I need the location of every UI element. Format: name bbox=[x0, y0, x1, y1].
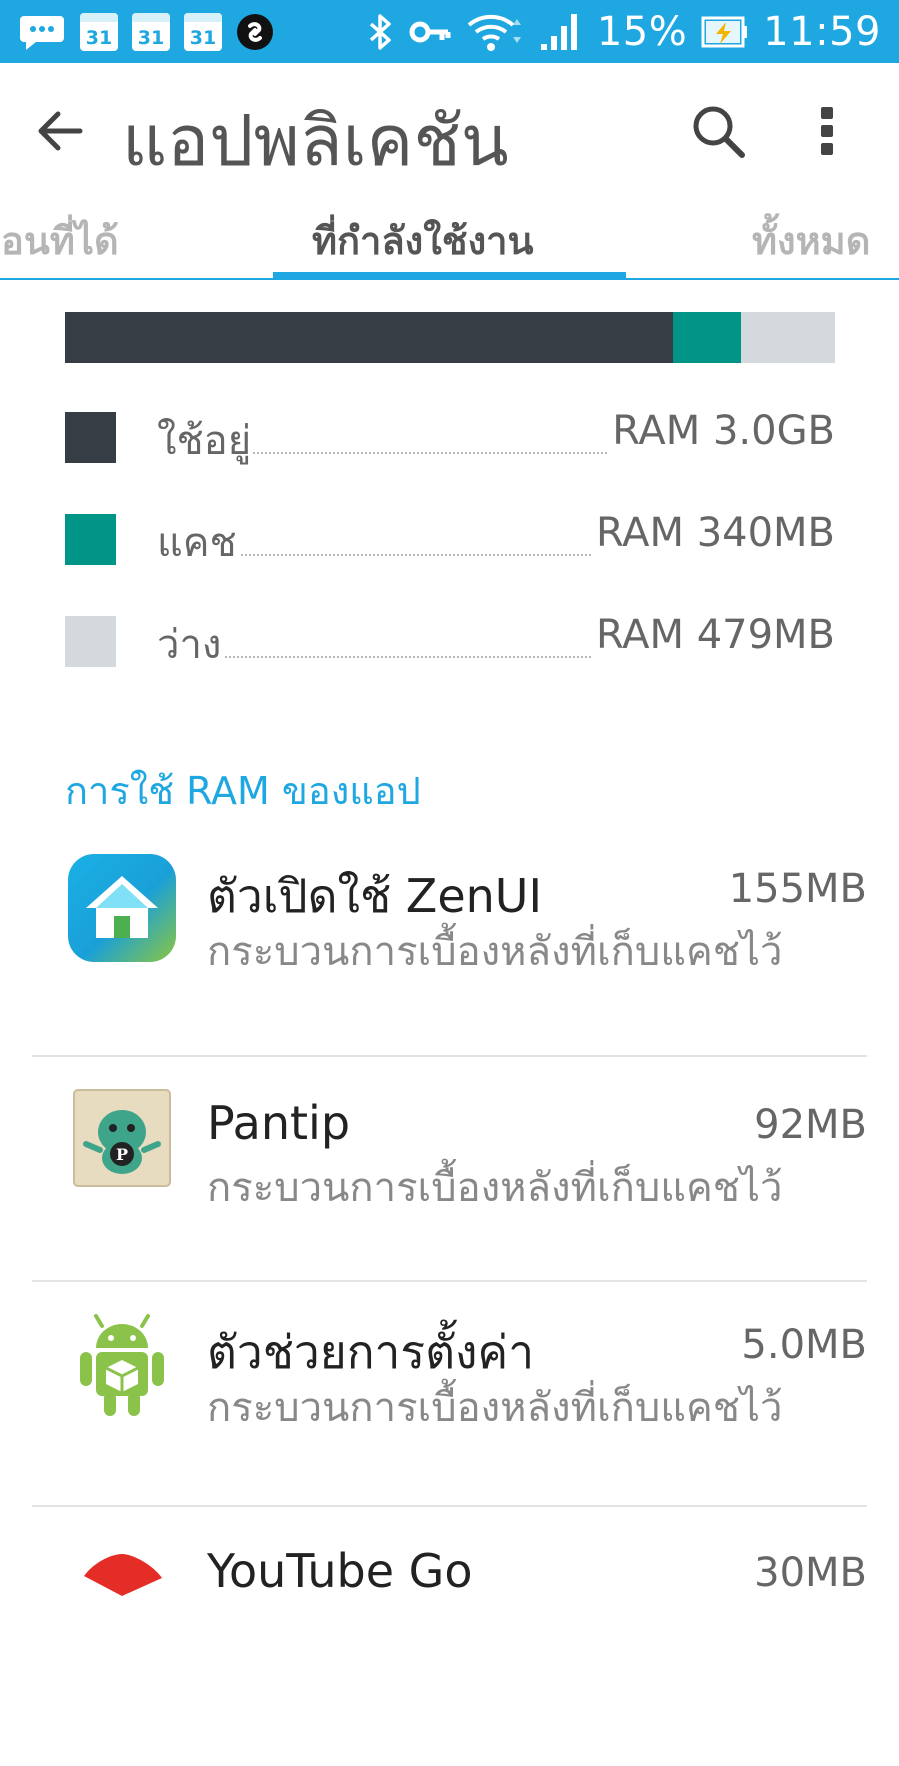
list-item[interactable]: ตัวช่วยการตั้งค่า 5.0MB กระบวนการเบื้องห… bbox=[32, 1308, 867, 1538]
legend-value: RAM 3.0GB bbox=[608, 408, 835, 454]
battery-charging-icon bbox=[701, 16, 748, 48]
cache-swatch bbox=[65, 514, 116, 565]
legend-cache: แคช RAM 340MB bbox=[65, 510, 835, 574]
tab-indicator bbox=[273, 272, 626, 278]
tab-downloaded[interactable]: ที่อนที่ได้ bbox=[0, 210, 119, 271]
wifi-icon bbox=[467, 14, 521, 51]
legend-used: ใช้อยู่ RAM 3.0GB bbox=[65, 408, 835, 472]
message-icon bbox=[20, 16, 64, 50]
app-status: กระบวนการเบื้องหลังที่เก็บแคชไว้ bbox=[207, 1165, 783, 1211]
signal-icon bbox=[540, 14, 577, 50]
tab-all[interactable]: ทั้งหมด bbox=[752, 210, 870, 271]
legend-label: ว่าง bbox=[157, 612, 224, 676]
app-size: 5.0MB bbox=[741, 1322, 867, 1368]
ram-free-segment bbox=[741, 312, 835, 363]
search-icon[interactable] bbox=[688, 101, 748, 161]
youtube-icon bbox=[84, 1554, 162, 1596]
legend-value: RAM 479MB bbox=[591, 612, 835, 658]
list-item[interactable]: ตัวเปิดใช้ ZenUI 155MB กระบวนการเบื้องหล… bbox=[32, 852, 867, 1082]
vpn-key-icon bbox=[409, 21, 451, 43]
svg-text:P: P bbox=[116, 1145, 128, 1164]
zenui-launcher-icon bbox=[68, 854, 176, 962]
app-name: Pantip bbox=[207, 1096, 351, 1150]
section-header: การใช้ RAM ของแอป bbox=[65, 769, 421, 813]
legend-label: แคช bbox=[157, 510, 239, 574]
app-status: กระบวนการเบื้องหลังที่เก็บแคชไว้ bbox=[207, 929, 783, 975]
list-item[interactable]: P Pantip 92MB กระบวนการเบื้องหลังที่เก็บ… bbox=[32, 1088, 867, 1318]
legend-free: ว่าง RAM 479MB bbox=[65, 612, 835, 676]
used-swatch bbox=[65, 412, 116, 463]
app-size: 30MB bbox=[754, 1550, 867, 1596]
tab-running[interactable]: ที่กำลังใช้งาน bbox=[312, 210, 533, 271]
app-status: กระบวนการเบื้องหลังที่เก็บแคชไว้ bbox=[207, 1385, 783, 1431]
ram-cache-segment bbox=[673, 312, 742, 363]
android-setup-icon bbox=[80, 1314, 164, 1416]
calendar-icon: 31 bbox=[184, 13, 222, 51]
app-name: YouTube Go bbox=[207, 1544, 473, 1598]
shazam-icon bbox=[237, 14, 273, 50]
tab-divider bbox=[0, 278, 899, 280]
calendar-icon: 31 bbox=[80, 13, 118, 51]
list-divider bbox=[32, 1280, 867, 1282]
app-name: ตัวช่วยการตั้งค่า bbox=[207, 1325, 535, 1379]
ram-usage-bar bbox=[65, 312, 835, 363]
battery-percent: 15% bbox=[596, 9, 688, 55]
ram-used-segment bbox=[65, 312, 674, 363]
list-divider bbox=[32, 1505, 867, 1507]
app-name: ตัวเปิดใช้ ZenUI bbox=[207, 869, 543, 923]
list-item[interactable]: YouTube Go 30MB bbox=[32, 1536, 867, 1766]
pantip-icon: P bbox=[73, 1089, 171, 1187]
legend-value: RAM 340MB bbox=[591, 510, 835, 556]
app-size: 92MB bbox=[754, 1102, 867, 1148]
app-size: 155MB bbox=[728, 866, 867, 912]
page-title: แอปพลิเคชัน bbox=[122, 100, 509, 182]
tab-bar: ที่อนที่ได้ ที่กำลังใช้งาน ทั้งหมด bbox=[0, 198, 899, 278]
app-bar: แอปพลิเคชัน bbox=[0, 63, 899, 198]
bluetooth-icon bbox=[369, 14, 391, 50]
more-vert-icon[interactable] bbox=[812, 101, 842, 161]
legend-label: ใช้อยู่ bbox=[157, 408, 254, 472]
calendar-icon: 31 bbox=[132, 13, 170, 51]
status-bar: 31 31 31 15% 11:59 bbox=[0, 0, 899, 63]
clock: 11:59 bbox=[763, 9, 881, 55]
list-divider bbox=[32, 1055, 867, 1057]
arrow-back-icon[interactable] bbox=[30, 101, 90, 161]
free-swatch bbox=[65, 616, 116, 667]
